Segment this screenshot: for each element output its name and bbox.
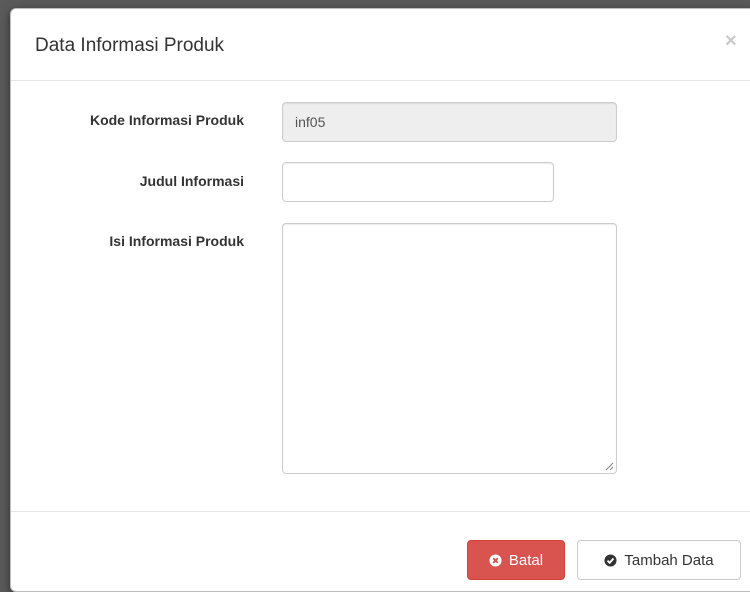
label-judul-informasi: Judul Informasi bbox=[139, 173, 244, 189]
isi-informasi-textarea[interactable] bbox=[282, 223, 617, 474]
modal-header: Data Informasi Produk × bbox=[11, 9, 750, 81]
resize-grip-icon[interactable] bbox=[605, 462, 614, 471]
modal-dialog: Data Informasi Produk × Kode Informasi P… bbox=[10, 8, 750, 592]
label-kode-informasi: Kode Informasi Produk bbox=[89, 112, 244, 128]
modal-title: Data Informasi Produk bbox=[35, 35, 225, 56]
cancel-button[interactable]: Batal bbox=[467, 540, 565, 580]
label-isi-informasi: Isi Informasi Produk bbox=[109, 233, 244, 249]
times-circle-icon bbox=[489, 553, 502, 567]
close-button[interactable]: × bbox=[725, 31, 737, 51]
modal-footer: Batal Tambah Data bbox=[11, 511, 750, 591]
judul-informasi-input[interactable] bbox=[282, 162, 554, 202]
tambah-data-button[interactable]: Tambah Data bbox=[577, 540, 741, 580]
cancel-button-label: Batal bbox=[508, 551, 544, 569]
kode-informasi-input[interactable] bbox=[282, 102, 617, 142]
check-circle-icon bbox=[604, 553, 617, 567]
tambah-data-button-label: Tambah Data bbox=[624, 551, 714, 569]
